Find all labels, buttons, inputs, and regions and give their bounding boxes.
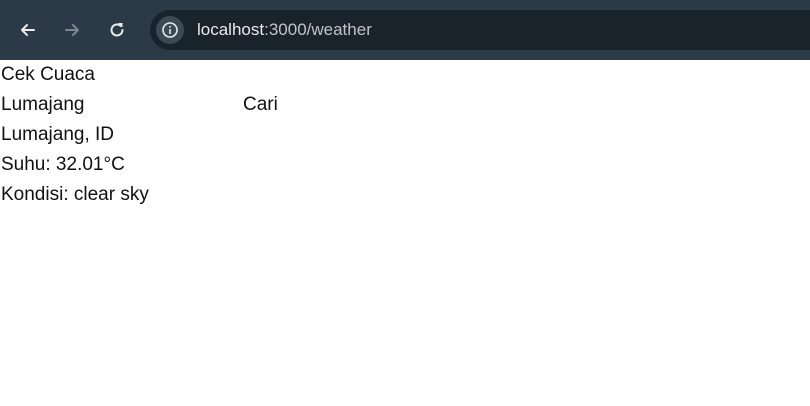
page-title: Cek Cuaca [1, 64, 95, 85]
back-arrow-icon [21, 24, 35, 36]
forward-button[interactable] [57, 15, 87, 45]
search-button[interactable]: Cari [243, 90, 278, 120]
url-path: :3000/weather [264, 20, 372, 39]
browser-toolbar: localhost:3000/weather [0, 0, 810, 60]
reload-button[interactable] [102, 15, 132, 45]
forward-arrow-icon [65, 24, 79, 36]
city-search-input[interactable] [1, 90, 237, 120]
condition-text: Kondisi: clear sky [1, 184, 149, 205]
info-icon [162, 22, 178, 38]
temperature-text: Suhu: 32.01°C [1, 154, 125, 175]
reload-icon [110, 23, 124, 37]
site-info-button[interactable] [156, 16, 184, 44]
page-content: Cek Cuaca Cari Lumajang, ID Suhu: 32.01°… [0, 60, 810, 406]
back-button[interactable] [13, 15, 43, 45]
location-text: Lumajang, ID [1, 124, 115, 145]
url-host: localhost [197, 20, 265, 39]
url-text[interactable]: localhost:3000/weather [197, 19, 372, 41]
